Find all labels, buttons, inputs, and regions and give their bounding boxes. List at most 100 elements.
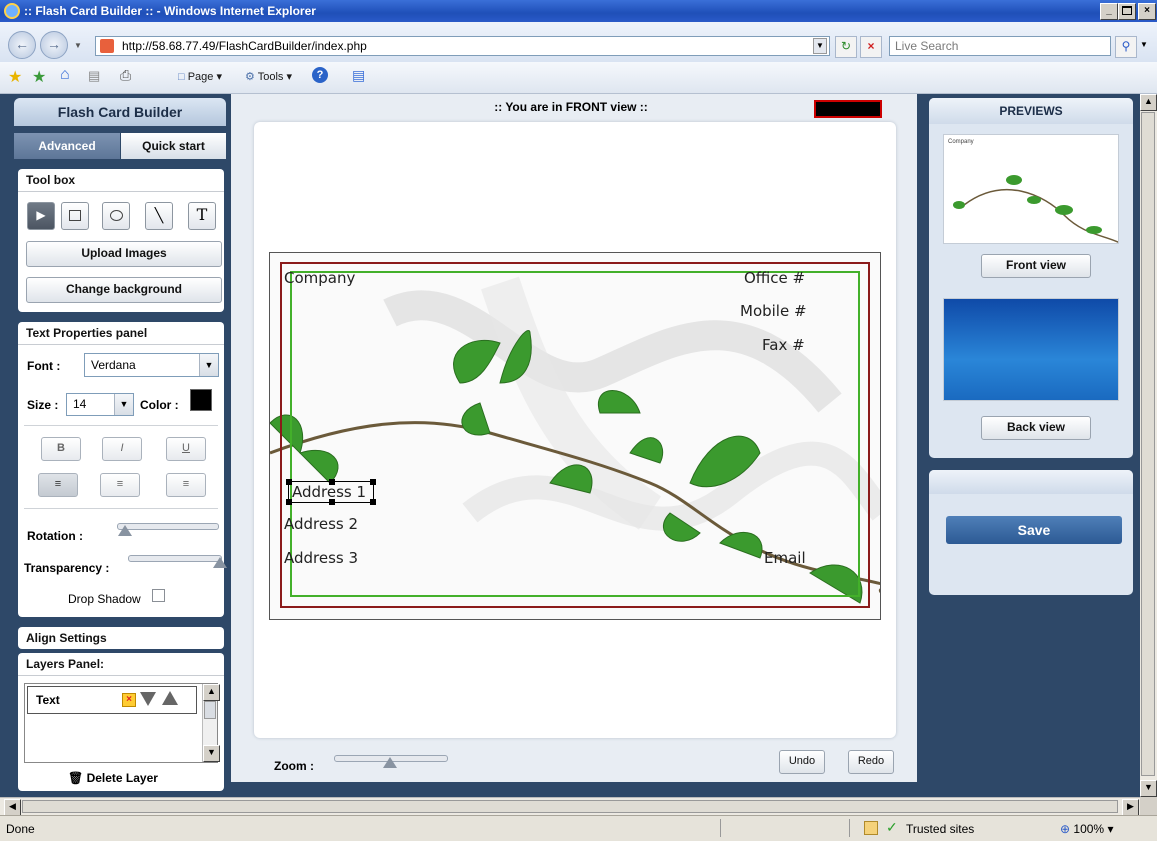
back-view-button[interactable]: Back view <box>981 416 1091 440</box>
card-address1-text[interactable]: Address 1 <box>292 483 366 501</box>
tools-menu[interactable]: ⚙ Tools ▾ <box>245 70 292 83</box>
back-button[interactable]: ← <box>8 31 36 59</box>
remove-layer-icon[interactable]: × <box>122 693 136 707</box>
zoom-control[interactable]: ⊕ 100% ▾ <box>1060 822 1113 836</box>
close-window-button[interactable]: × <box>1138 3 1156 20</box>
back-preview-thumbnail[interactable] <box>943 298 1119 401</box>
bold-button[interactable]: B <box>41 437 81 461</box>
home-icon[interactable]: ⌂ <box>60 66 70 84</box>
front-view-button[interactable]: Front view <box>981 254 1091 278</box>
canvas-panel: Company Office # Mobile # Fax # Address … <box>254 122 896 738</box>
delete-layer-button[interactable]: 🗑 Delete Layer <box>68 771 158 785</box>
forward-button[interactable]: → <box>40 31 68 59</box>
maximize-button[interactable] <box>1118 3 1136 20</box>
refresh-button[interactable]: ↻ <box>835 36 857 58</box>
layer-item[interactable]: Text × <box>27 686 197 714</box>
align-right-button[interactable]: ≡ <box>166 473 206 497</box>
rotation-slider-thumb[interactable] <box>118 525 132 536</box>
move-layer-up-icon[interactable] <box>162 691 178 705</box>
address-toolbar: ← → ▼ http://58.68.77.49/FlashCardBuilde… <box>0 22 1157 62</box>
redo-button[interactable]: Redo <box>848 750 894 774</box>
card-mobile-text[interactable]: Mobile # <box>740 302 807 320</box>
font-value: Verdana <box>91 358 136 372</box>
scroll-down-icon[interactable]: ▼ <box>1140 780 1157 797</box>
layers-scrollbar[interactable]: ▲ ▼ <box>202 684 220 762</box>
card-company-text[interactable]: Company <box>284 269 355 287</box>
check-icon: ✓ <box>886 819 898 835</box>
horizontal-scrollbar[interactable]: ◀ ▶ <box>0 797 1140 816</box>
vertical-scrollbar[interactable]: ▲ ▼ <box>1140 94 1157 797</box>
scroll-right-icon[interactable]: ▶ <box>1122 799 1139 816</box>
save-button[interactable]: Save <box>946 516 1122 544</box>
scroll-down-icon[interactable]: ▼ <box>203 745 220 762</box>
layers-panel: Layers Panel: Text × ▲ ▼ 🗑 Delete Layer <box>18 653 224 791</box>
line-tool-button[interactable]: ╲ <box>145 202 173 230</box>
print-icon[interactable]: ⎙ <box>120 67 131 84</box>
app-title-bar: Flash Card Builder <box>14 98 226 126</box>
address-dropdown-icon[interactable]: ▼ <box>813 38 827 54</box>
drop-shadow-label: Drop Shadow <box>68 592 141 606</box>
underline-button[interactable]: U <box>166 437 206 461</box>
rotation-label: Rotation : <box>27 529 83 543</box>
address-input[interactable]: http://58.68.77.49/FlashCardBuilder/inde… <box>95 36 830 56</box>
scroll-thumb[interactable] <box>1141 112 1155 776</box>
page-menu[interactable]: □ Page ▾ <box>178 70 222 83</box>
font-select[interactable]: Verdana ▼ <box>84 353 219 377</box>
align-settings-panel[interactable]: Align Settings <box>18 627 224 649</box>
delete-layer-label: Delete Layer <box>86 771 158 785</box>
italic-button[interactable]: I <box>102 437 142 461</box>
business-card-canvas[interactable]: Company Office # Mobile # Fax # Address … <box>269 252 881 620</box>
scroll-left-icon[interactable]: ◀ <box>4 799 21 816</box>
undo-button[interactable]: Undo <box>779 750 825 774</box>
layers-title: Layers Panel: <box>18 653 224 676</box>
tab-quick-start[interactable]: Quick start <box>121 133 226 159</box>
search-input[interactable]: Live Search <box>889 36 1111 56</box>
font-label: Font : <box>27 359 61 373</box>
scroll-up-icon[interactable]: ▲ <box>1140 94 1157 111</box>
tab-advanced[interactable]: Advanced <box>14 133 120 159</box>
minimize-button[interactable]: _ <box>1100 3 1118 20</box>
move-layer-down-icon[interactable] <box>140 692 156 706</box>
select-tool-button[interactable]: ▶ <box>27 202 55 230</box>
flash-card-builder-app: Flash Card Builder Advanced Quick start … <box>0 94 1140 797</box>
ellipse-tool-button[interactable] <box>102 202 130 230</box>
card-address3-text[interactable]: Address 3 <box>284 549 358 567</box>
research-icon[interactable]: ▤ <box>352 67 365 84</box>
favorites-star-icon[interactable]: ★ <box>8 67 22 87</box>
feeds-icon[interactable]: ▤ <box>88 68 100 84</box>
card-fax-text[interactable]: Fax # <box>762 336 805 354</box>
transparency-slider[interactable] <box>128 555 222 562</box>
scroll-up-icon[interactable]: ▲ <box>203 684 220 701</box>
front-preview-thumbnail[interactable]: Company <box>943 134 1119 244</box>
previews-title: PREVIEWS <box>929 98 1133 124</box>
rotation-slider[interactable] <box>117 523 219 530</box>
size-select[interactable]: 14 ▼ <box>66 393 134 416</box>
text-color-swatch[interactable] <box>190 389 212 411</box>
layer-item-label: Text <box>36 693 60 707</box>
search-options-icon[interactable]: ▼ <box>1140 40 1148 49</box>
stop-button[interactable]: × <box>860 36 882 58</box>
zoom-slider-thumb[interactable] <box>383 757 397 768</box>
card-office-text[interactable]: Office # <box>744 269 805 287</box>
address-url: http://58.68.77.49/FlashCardBuilder/inde… <box>122 39 367 53</box>
align-center-button[interactable]: ≡ <box>100 473 140 497</box>
align-left-button[interactable]: ≡ <box>38 473 78 497</box>
rectangle-tool-button[interactable] <box>61 202 89 230</box>
save-panel: Save <box>929 470 1133 595</box>
add-favorites-icon[interactable]: ★ <box>32 67 46 87</box>
change-background-button[interactable]: Change background <box>26 277 222 303</box>
help-icon[interactable]: ? <box>312 67 328 83</box>
transparency-slider-thumb[interactable] <box>213 557 227 568</box>
scroll-thumb[interactable] <box>22 800 1118 813</box>
scroll-thumb[interactable] <box>204 701 216 719</box>
history-dropdown-icon[interactable]: ▼ <box>74 41 82 50</box>
text-tool-button[interactable]: T <box>188 202 216 230</box>
upload-images-button[interactable]: Upload Images <box>26 241 222 267</box>
search-icon[interactable]: ⚲ <box>1115 36 1137 58</box>
card-address2-text[interactable]: Address 2 <box>284 515 358 533</box>
card-email-text[interactable]: Email <box>764 549 806 567</box>
color-label: Color : <box>140 398 179 412</box>
resize-handle[interactable] <box>370 479 376 485</box>
drop-shadow-checkbox[interactable] <box>152 589 165 602</box>
resize-handle[interactable] <box>370 499 376 505</box>
